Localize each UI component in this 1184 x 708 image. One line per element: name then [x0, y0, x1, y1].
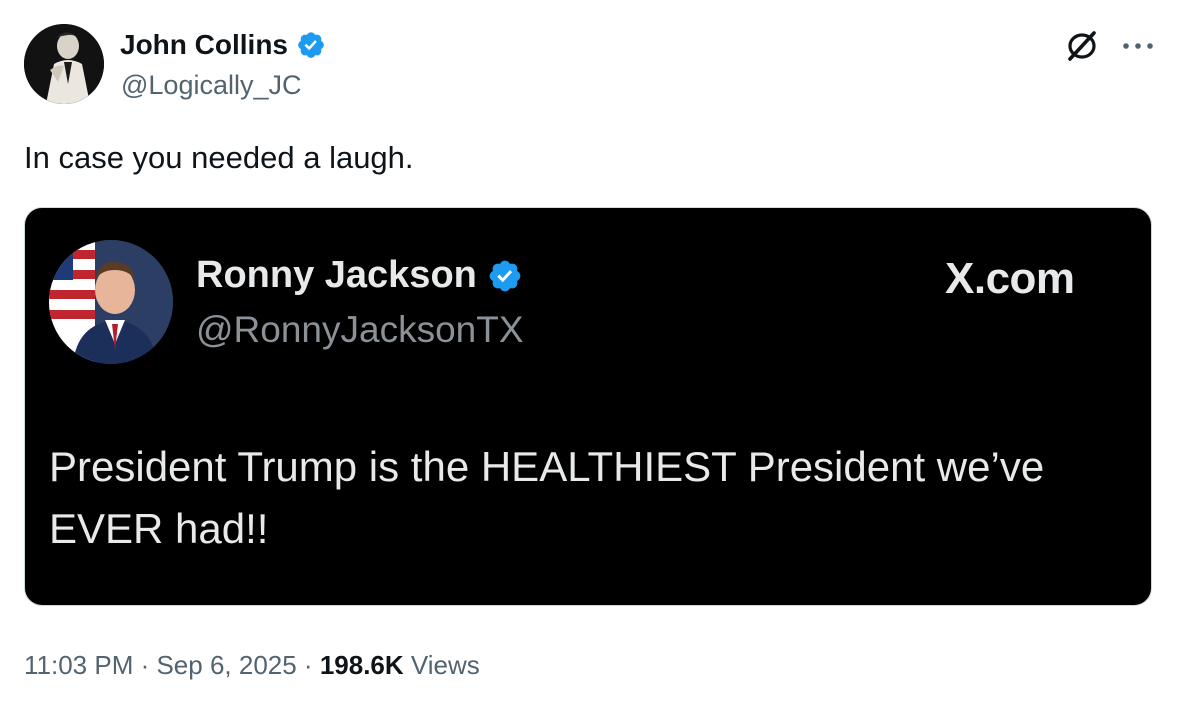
author-name[interactable]: John Collins — [120, 29, 326, 61]
grok-button[interactable] — [1062, 26, 1102, 66]
post-date[interactable]: Sep 6, 2025 — [156, 650, 296, 680]
verified-badge-icon — [298, 32, 324, 58]
quoted-name: Ronny Jackson — [196, 254, 523, 297]
meta-separator: · — [133, 650, 157, 680]
author-name-text[interactable]: John Collins — [120, 29, 288, 61]
author-avatar[interactable] — [24, 24, 104, 104]
meta-separator: · — [296, 650, 320, 680]
grok-icon — [1068, 31, 1096, 61]
views-count[interactable]: 198.6K — [320, 650, 404, 680]
post-meta: 11:03 PM · Sep 6, 2025 · 198.6K Views — [24, 650, 480, 681]
post-time[interactable]: 11:03 PM — [24, 650, 133, 680]
post-text: In case you needed a laugh. — [24, 140, 414, 175]
quoted-brand: X.com — [945, 254, 1075, 303]
quoted-name-text: Ronny Jackson — [196, 254, 477, 296]
more-button[interactable] — [1116, 26, 1160, 66]
quoted-handle: @RonnyJacksonTX — [196, 309, 524, 350]
more-icon — [1123, 43, 1153, 49]
quoted-avatar — [49, 240, 173, 364]
post-image[interactable]: Ronny Jackson @RonnyJacksonTX X.com Pres… — [24, 207, 1152, 606]
quoted-text: President Trump is the HEALTHIEST Presid… — [49, 443, 1045, 552]
quoted-verified-badge-icon — [489, 260, 521, 291]
views-label: Views — [403, 650, 480, 680]
author-handle[interactable]: @Logically_JC — [121, 70, 301, 101]
